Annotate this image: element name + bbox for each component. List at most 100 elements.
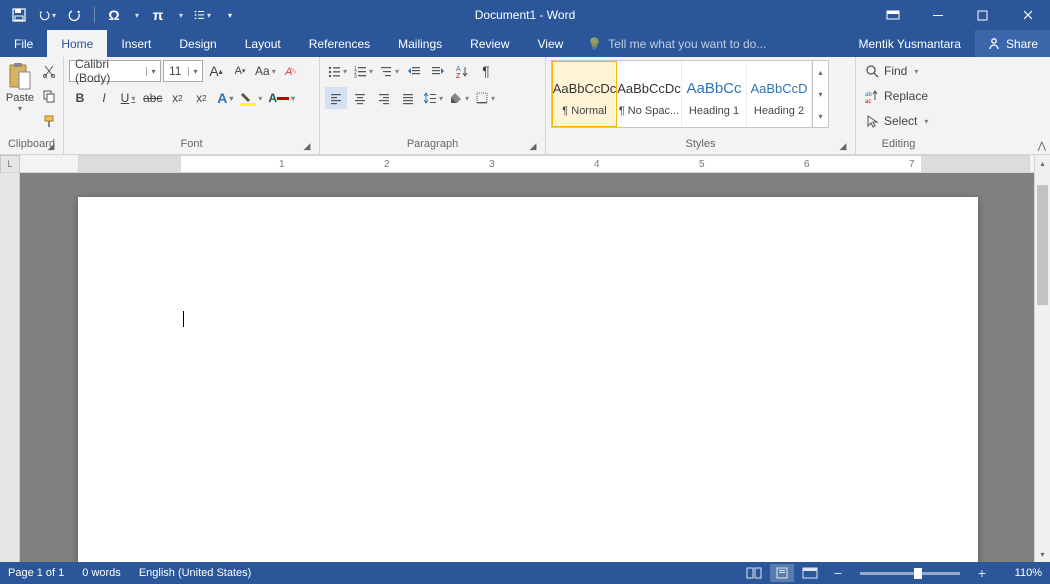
- replace-button[interactable]: abacReplace: [861, 85, 932, 107]
- ruler-vertical[interactable]: [0, 173, 20, 562]
- change-case-button[interactable]: Aa▾: [253, 60, 278, 82]
- zoom-slider-thumb[interactable]: [914, 568, 922, 579]
- copy-icon[interactable]: [38, 85, 60, 107]
- read-mode-icon[interactable]: [742, 564, 766, 582]
- numbering-button[interactable]: 123▾: [351, 60, 375, 82]
- zoom-slider[interactable]: [860, 572, 960, 575]
- style-heading-1[interactable]: AaBbCc Heading 1: [682, 61, 747, 127]
- quick-access-toolbar: ▾ Ω ▾ π ▾ ▾ ▾: [0, 6, 239, 24]
- borders-button[interactable]: ▾: [473, 87, 497, 109]
- align-left-button[interactable]: [325, 87, 347, 109]
- superscript-button[interactable]: x2: [190, 87, 212, 109]
- font-launcher[interactable]: ◢: [300, 138, 314, 152]
- ruler-h-track[interactable]: 1 2 3 4 5 6 7: [78, 155, 1030, 173]
- increase-indent-button[interactable]: [427, 60, 449, 82]
- cut-icon[interactable]: [38, 60, 60, 82]
- scroll-down-icon[interactable]: ▾: [1035, 546, 1050, 562]
- paragraph-launcher[interactable]: ◢: [526, 138, 540, 152]
- status-language[interactable]: English (United States): [139, 567, 252, 579]
- paste-button[interactable]: Paste ▾: [5, 60, 35, 132]
- status-bar: Page 1 of 1 0 words English (United Stat…: [0, 562, 1050, 584]
- redo-icon[interactable]: [66, 6, 84, 24]
- chevron-down-icon[interactable]: ▾: [188, 67, 202, 76]
- group-clipboard: Paste ▾ Clipboard◢: [0, 57, 64, 154]
- signed-in-user[interactable]: Mentik Yusmantara: [844, 30, 975, 57]
- equation-dropdown[interactable]: ▾: [179, 11, 183, 20]
- page-canvas[interactable]: [78, 197, 978, 562]
- text-effects-button[interactable]: A▾: [214, 87, 236, 109]
- show-marks-button[interactable]: ¶: [475, 60, 497, 82]
- scroll-thumb[interactable]: [1037, 185, 1048, 305]
- tab-insert[interactable]: Insert: [107, 30, 165, 57]
- strikethrough-button[interactable]: abc: [141, 87, 164, 109]
- tab-design[interactable]: Design: [165, 30, 230, 57]
- close-icon[interactable]: [1005, 0, 1050, 30]
- styles-launcher[interactable]: ◢: [836, 138, 850, 152]
- title-bar: ▾ Ω▾ π▾ ▾ ▾ Document1 - Word: [0, 0, 1050, 30]
- tab-references[interactable]: References: [295, 30, 384, 57]
- font-label: Font◢: [69, 136, 314, 152]
- font-size-combo[interactable]: 11▾: [163, 60, 203, 82]
- clipboard-launcher[interactable]: ◢: [44, 138, 58, 152]
- font-name-combo[interactable]: Calibri (Body)▾: [69, 60, 161, 82]
- qat-customize[interactable]: ▾: [221, 6, 239, 24]
- web-layout-icon[interactable]: [798, 564, 822, 582]
- save-icon[interactable]: [10, 6, 28, 24]
- maximize-icon[interactable]: [960, 0, 1005, 30]
- tab-view[interactable]: View: [524, 30, 578, 57]
- tell-me-search[interactable]: 💡 Tell me what you want to do...: [587, 30, 766, 57]
- gallery-expand-icon[interactable]: ▾: [813, 105, 828, 127]
- collapse-ribbon-icon[interactable]: ⋀: [1038, 141, 1046, 152]
- justify-button[interactable]: [397, 87, 419, 109]
- symbol-button[interactable]: Ω: [105, 6, 123, 24]
- shrink-font-button[interactable]: A▾: [229, 60, 251, 82]
- style-no-spacing[interactable]: AaBbCcDc ¶ No Spac...: [617, 61, 682, 127]
- equation-button[interactable]: π: [149, 6, 167, 24]
- bold-button[interactable]: B: [69, 87, 91, 109]
- tab-mailings[interactable]: Mailings: [384, 30, 456, 57]
- style-heading-2[interactable]: AaBbCcD Heading 2: [747, 61, 812, 127]
- undo-icon[interactable]: ▾: [38, 6, 56, 24]
- find-button[interactable]: Find▾: [861, 60, 932, 82]
- style-normal[interactable]: AaBbCcDc ¶ Normal: [552, 61, 617, 127]
- share-button[interactable]: Share: [975, 30, 1050, 57]
- tab-selector[interactable]: L: [0, 155, 20, 173]
- print-layout-icon[interactable]: [770, 564, 794, 582]
- status-page[interactable]: Page 1 of 1: [8, 567, 64, 579]
- align-right-button[interactable]: [373, 87, 395, 109]
- tab-review[interactable]: Review: [456, 30, 523, 57]
- zoom-level[interactable]: 110%: [998, 567, 1042, 579]
- tab-home[interactable]: Home: [47, 30, 107, 57]
- format-painter-icon[interactable]: [38, 110, 60, 132]
- clear-formatting-icon[interactable]: A: [280, 60, 302, 82]
- symbol-dropdown[interactable]: ▾: [135, 11, 139, 20]
- scroll-up-icon[interactable]: ▴: [1035, 155, 1050, 171]
- sort-button[interactable]: AZ: [451, 60, 473, 82]
- italic-button[interactable]: I: [93, 87, 115, 109]
- zoom-out-button[interactable]: −: [826, 564, 850, 582]
- tab-layout[interactable]: Layout: [231, 30, 295, 57]
- grow-font-button[interactable]: A▴: [205, 60, 227, 82]
- select-button[interactable]: Select▾: [861, 110, 932, 132]
- multilevel-list-button[interactable]: ▾: [377, 60, 401, 82]
- underline-button[interactable]: U▾: [117, 87, 139, 109]
- align-center-button[interactable]: [349, 87, 371, 109]
- shading-button[interactable]: ▾: [447, 87, 471, 109]
- zoom-in-button[interactable]: +: [970, 564, 994, 582]
- gallery-down-icon[interactable]: ▾: [813, 83, 828, 105]
- list-button[interactable]: ▾: [193, 6, 211, 24]
- ribbon-display-icon[interactable]: [870, 0, 915, 30]
- decrease-indent-button[interactable]: [403, 60, 425, 82]
- subscript-button[interactable]: x2: [166, 87, 188, 109]
- minimize-icon[interactable]: [915, 0, 960, 30]
- ruler-horizontal[interactable]: L 1 2 3 4 5 6 7 ▴: [0, 155, 1050, 173]
- chevron-down-icon[interactable]: ▾: [146, 67, 160, 76]
- line-spacing-button[interactable]: ▾: [421, 87, 445, 109]
- highlight-button[interactable]: ▾: [238, 87, 264, 109]
- font-color-button[interactable]: A▾: [266, 87, 297, 109]
- gallery-up-icon[interactable]: ▴: [813, 61, 828, 83]
- tab-file[interactable]: File: [0, 30, 47, 57]
- status-words[interactable]: 0 words: [82, 567, 121, 579]
- paste-icon: [5, 62, 35, 92]
- bullets-button[interactable]: ▾: [325, 60, 349, 82]
